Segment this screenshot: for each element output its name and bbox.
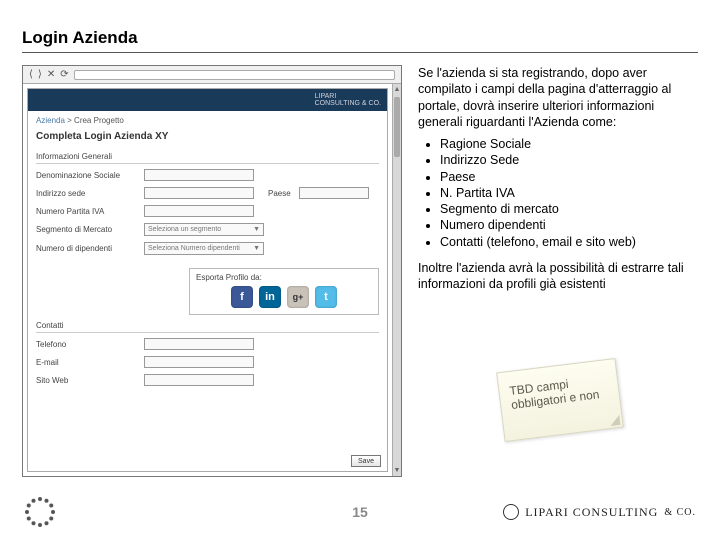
input-indirizzo[interactable]	[144, 187, 254, 199]
wireframe-browser: ⟨ ⟩ ✕ ⟳ ▲ ▼ LIPARI CONSULTING & CO. Azie…	[22, 65, 402, 477]
label-web: Sito Web	[36, 376, 136, 385]
description-intro: Se l'azienda si sta registrando, dopo av…	[418, 65, 692, 130]
company-name: LIPARI CONSULTING	[525, 505, 658, 520]
back-icon[interactable]: ⟨	[29, 69, 33, 80]
import-caption: Esporta Profilo da:	[196, 273, 372, 282]
bullet-item: Numero dipendenti	[440, 217, 692, 233]
chevron-down-icon: ▼	[253, 245, 260, 252]
sticky-note: TBD campi obbligatori e non	[496, 358, 624, 442]
label-telefono: Telefono	[36, 340, 136, 349]
facebook-icon[interactable]: f	[231, 286, 253, 308]
input-email[interactable]	[144, 356, 254, 368]
bullet-item: N. Partita IVA	[440, 185, 692, 201]
breadcrumb: Azienda > Crea Progetto	[28, 111, 387, 127]
reload-icon[interactable]: ⟳	[60, 69, 68, 80]
section-general: Informazioni Generali	[36, 152, 379, 164]
select-segmento-placeholder: Seleziona un segmento	[148, 226, 221, 233]
scrollbar[interactable]: ▲ ▼	[392, 84, 401, 476]
breadcrumb-link[interactable]: Azienda	[36, 116, 65, 125]
bullet-item: Ragione Sociale	[440, 136, 692, 152]
breadcrumb-rest: > Crea Progetto	[65, 116, 124, 125]
description-outro: Inoltre l'azienda avrà la possibilità di…	[418, 260, 692, 293]
url-input[interactable]	[74, 70, 395, 80]
scroll-up-icon[interactable]: ▲	[394, 86, 401, 93]
label-piva: Numero Partita IVA	[36, 207, 136, 216]
input-piva[interactable]	[144, 205, 254, 217]
browser-toolbar: ⟨ ⟩ ✕ ⟳	[23, 66, 401, 84]
select-dipendenti-placeholder: Seleziona Numero dipendenti	[148, 245, 240, 252]
linkedin-icon[interactable]: in	[259, 286, 281, 308]
save-button[interactable]: Save	[351, 455, 381, 467]
page-title: Login Azienda	[22, 28, 698, 53]
close-icon[interactable]: ✕	[47, 69, 55, 80]
form-heading: Completa Login Azienda XY	[28, 127, 387, 148]
scroll-thumb[interactable]	[394, 97, 400, 157]
section-contacts: Contatti	[36, 321, 379, 333]
twitter-icon[interactable]: t	[315, 286, 337, 308]
bullet-item: Contatti (telefono, email e sito web)	[440, 234, 692, 250]
label-indirizzo: Indirizzo sede	[36, 189, 136, 198]
input-paese[interactable]	[299, 187, 369, 199]
fold-icon	[609, 415, 620, 426]
input-web[interactable]	[144, 374, 254, 386]
label-email: E-mail	[36, 358, 136, 367]
brand-label: LIPARI CONSULTING & CO.	[315, 93, 381, 107]
select-dipendenti[interactable]: Seleziona Numero dipendenti ▼	[144, 242, 264, 255]
label-paese: Paese	[268, 189, 291, 198]
company-footer: LIPARI CONSULTING & CO.	[503, 504, 696, 520]
ring-logo-icon	[24, 496, 56, 528]
company-mark-icon	[503, 504, 519, 520]
label-dipendenti: Numero di dipendenti	[36, 244, 136, 253]
bullet-item: Paese	[440, 169, 692, 185]
input-telefono[interactable]	[144, 338, 254, 350]
chevron-down-icon: ▼	[253, 226, 260, 233]
input-denominazione[interactable]	[144, 169, 254, 181]
app-header: LIPARI CONSULTING & CO.	[28, 89, 387, 111]
bullet-item: Indirizzo Sede	[440, 152, 692, 168]
label-denominazione: Denominazione Sociale	[36, 171, 136, 180]
select-segmento[interactable]: Seleziona un segmento ▼	[144, 223, 264, 236]
bullet-item: Segmento di mercato	[440, 201, 692, 217]
scroll-down-icon[interactable]: ▼	[394, 467, 401, 474]
page-number: 15	[352, 504, 368, 520]
forward-icon[interactable]: ⟩	[38, 69, 42, 80]
import-profile-box: Esporta Profilo da: f in g+ t	[189, 268, 379, 315]
googleplus-icon[interactable]: g+	[287, 286, 309, 308]
company-suffix: & CO.	[664, 507, 696, 518]
label-segmento: Segmento di Mercato	[36, 225, 136, 234]
